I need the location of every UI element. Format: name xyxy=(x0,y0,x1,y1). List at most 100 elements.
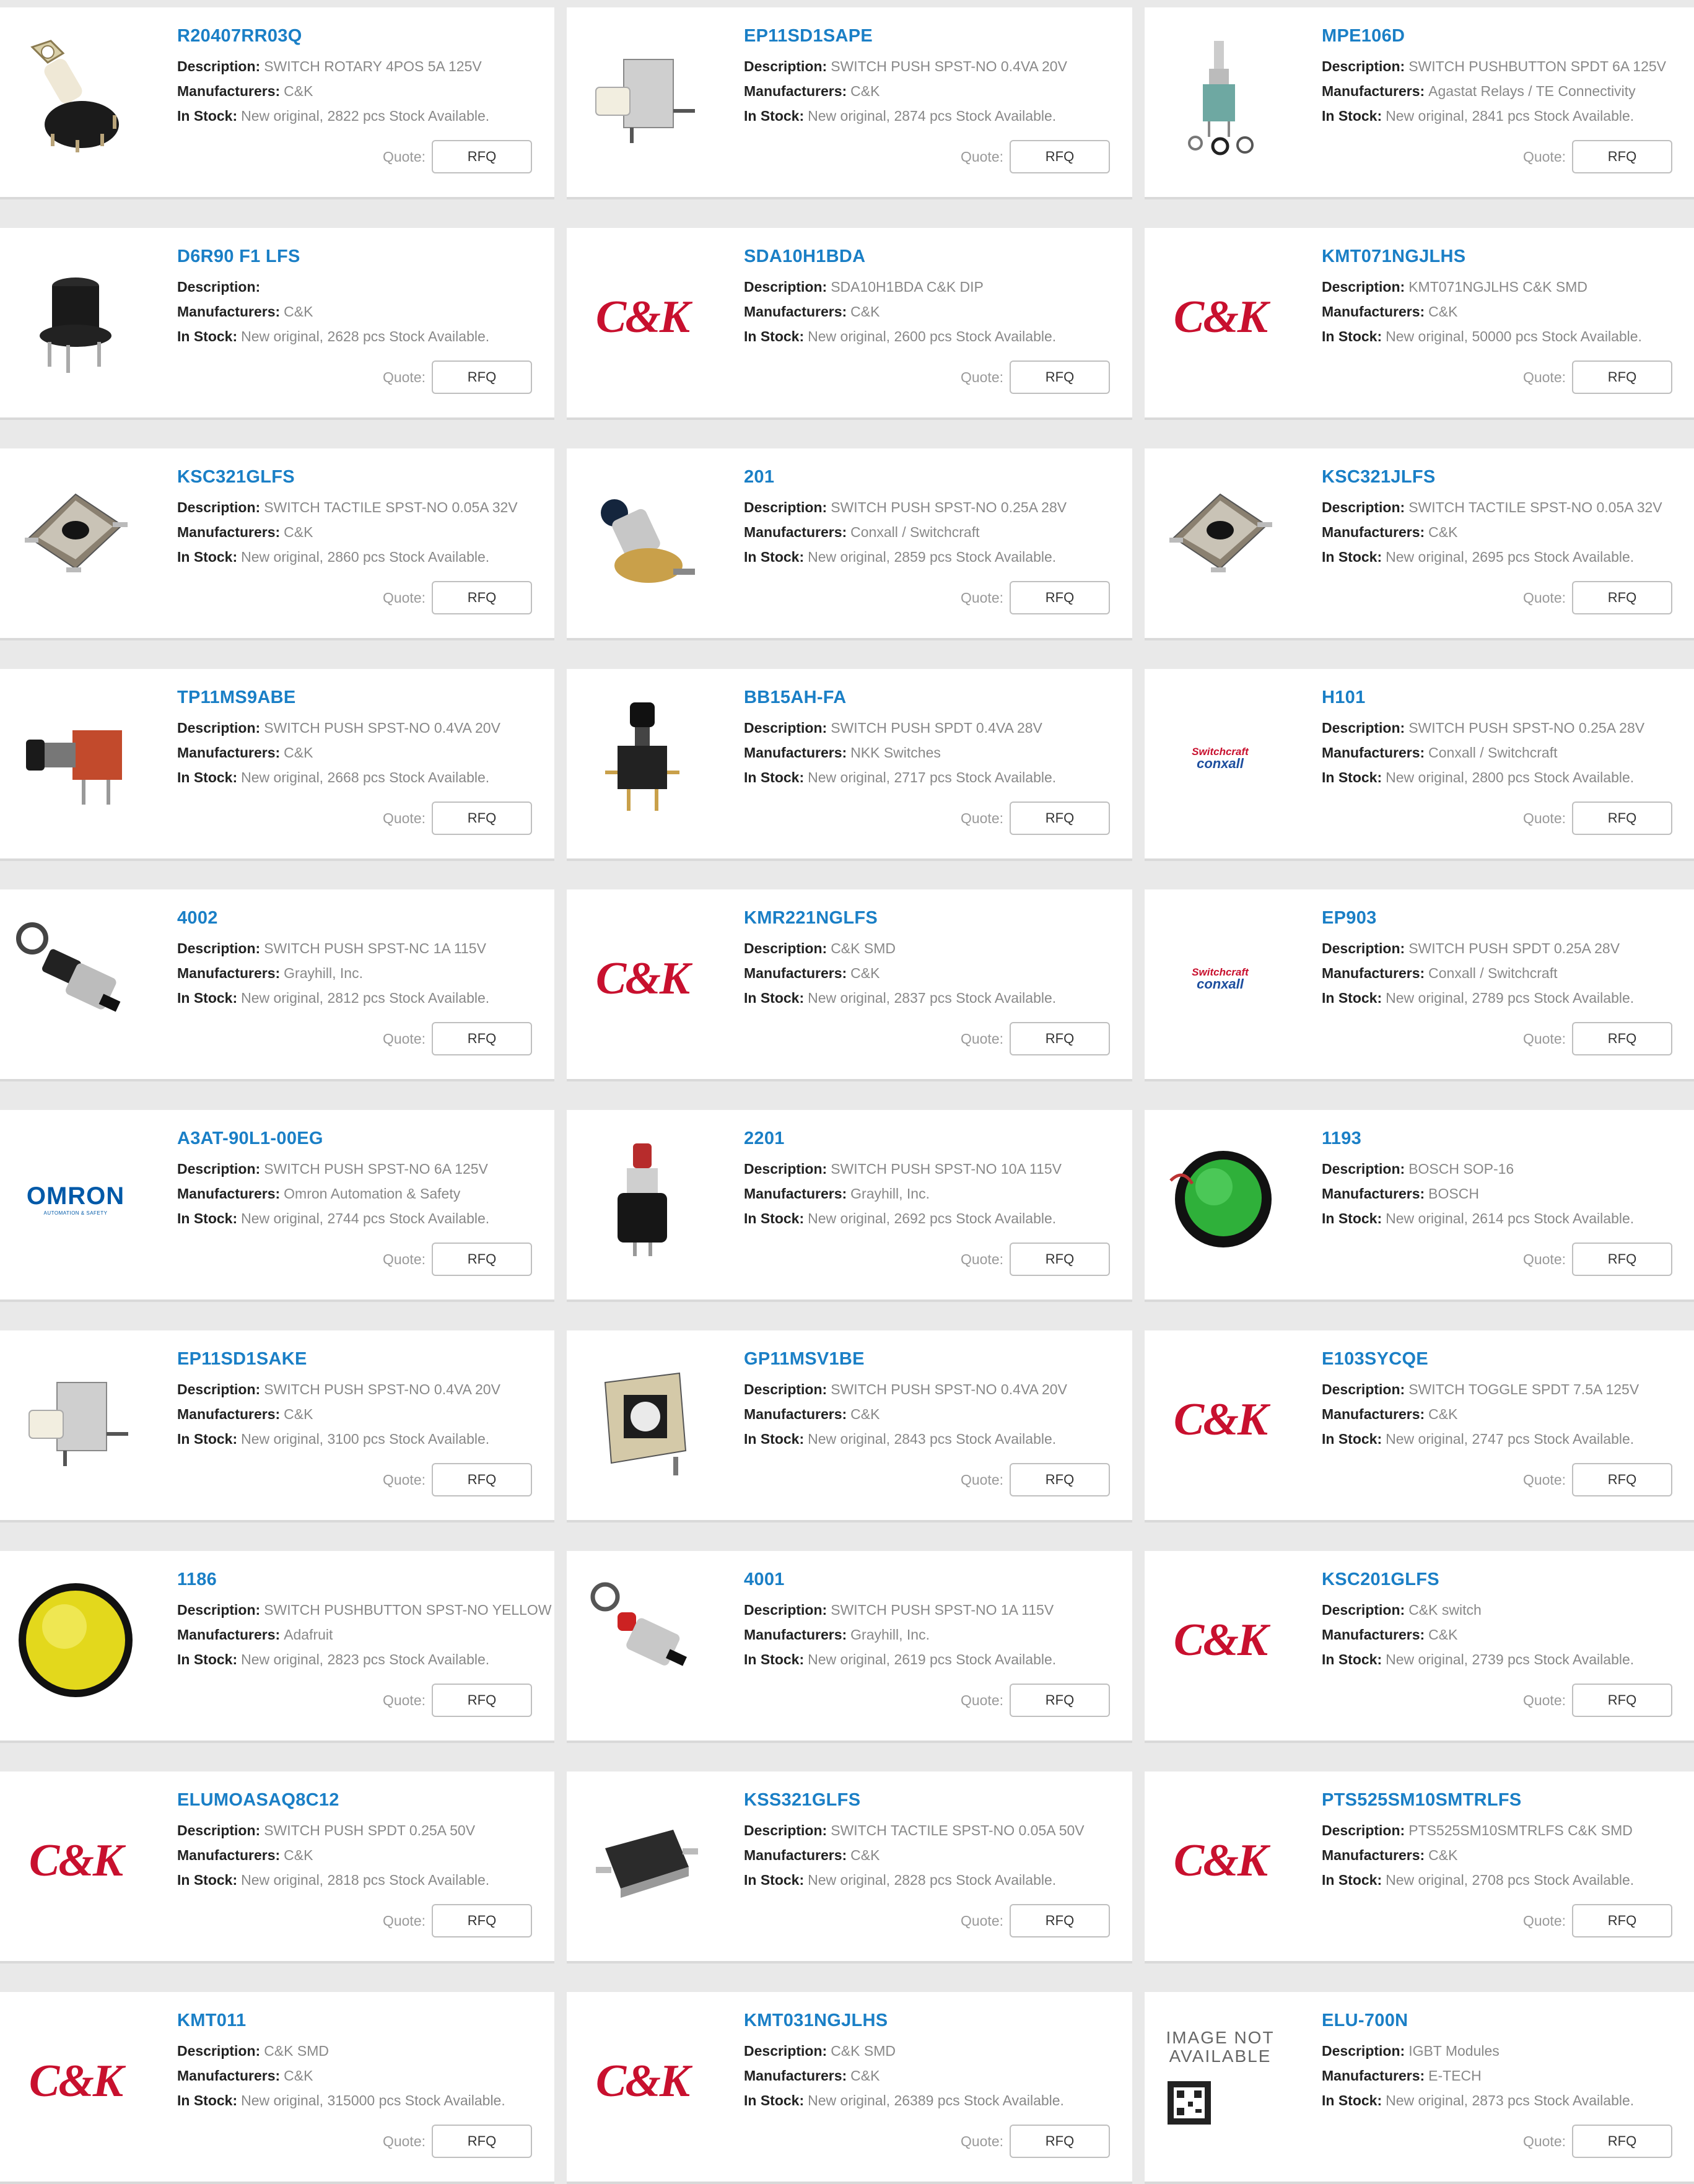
product-thumbnail[interactable] xyxy=(1158,1137,1282,1261)
description-row: Description: SWITCH PUSH SPST-NO 10A 115V xyxy=(744,1156,1132,1181)
rfq-button[interactable]: RFQ xyxy=(432,1022,532,1055)
product-thumbnail[interactable]: C&K xyxy=(1158,1578,1282,1702)
product-thumbnail[interactable] xyxy=(1158,476,1282,600)
product-part-number-link[interactable]: KMR221NGLFS xyxy=(744,908,1132,928)
product-thumbnail[interactable] xyxy=(580,1137,704,1261)
rfq-button[interactable]: RFQ xyxy=(1010,1022,1110,1055)
rfq-button[interactable]: RFQ xyxy=(432,1904,532,1937)
stock-value: New original, 2860 pcs Stock Available. xyxy=(241,549,490,565)
product-part-number-link[interactable]: SDA10H1BDA xyxy=(744,247,1132,267)
product-part-number-link[interactable]: R20407RR03Q xyxy=(177,26,554,46)
smd-tactile-switch-image xyxy=(580,1799,704,1923)
product-thumbnail[interactable] xyxy=(14,1358,138,1482)
product-thumbnail[interactable]: Switchcraft conxall xyxy=(1158,696,1282,820)
product-thumbnail[interactable]: C&K xyxy=(580,917,704,1041)
manufacturer-label: Manufacturers: xyxy=(744,745,847,761)
product-thumbnail[interactable] xyxy=(580,35,704,159)
product-thumbnail[interactable] xyxy=(14,696,138,820)
rfq-button[interactable]: RFQ xyxy=(1010,1243,1110,1276)
product-thumbnail[interactable]: C&K xyxy=(580,2019,704,2143)
product-part-number-link[interactable]: KSS321GLFS xyxy=(744,1790,1132,1811)
stock-label: In Stock: xyxy=(177,990,238,1006)
product-part-number-link[interactable]: ELU-700N xyxy=(1322,2011,1694,2031)
product-thumbnail[interactable] xyxy=(1158,35,1282,159)
product-thumbnail[interactable] xyxy=(580,696,704,820)
product-part-number-link[interactable]: E103SYCQE xyxy=(1322,1349,1694,1369)
rfq-button[interactable]: RFQ xyxy=(1572,1463,1672,1496)
product-part-number-link[interactable]: KSC201GLFS xyxy=(1322,1570,1694,1590)
product-thumbnail[interactable] xyxy=(580,1358,704,1482)
rfq-button[interactable]: RFQ xyxy=(432,802,532,835)
product-part-number-link[interactable]: PTS525SM10SMTRLFS xyxy=(1322,1790,1694,1811)
product-thumbnail[interactable] xyxy=(580,1799,704,1923)
product-part-number-link[interactable]: BB15AH-FA xyxy=(744,688,1132,708)
product-thumbnail[interactable]: C&K xyxy=(1158,1358,1282,1482)
product-thumbnail[interactable]: Switchcraft conxall xyxy=(1158,917,1282,1041)
product-part-number-link[interactable]: ELUMOASAQ8C12 xyxy=(177,1790,554,1811)
product-part-number-link[interactable]: KMT011 xyxy=(177,2011,554,2031)
product-part-number-link[interactable]: KSC321JLFS xyxy=(1322,467,1694,487)
product-thumbnail[interactable]: C&K xyxy=(14,2019,138,2143)
rfq-button[interactable]: RFQ xyxy=(1572,1684,1672,1717)
rfq-button[interactable]: RFQ xyxy=(1572,1904,1672,1937)
rfq-button[interactable]: RFQ xyxy=(1572,1243,1672,1276)
product-part-number-link[interactable]: MPE106D xyxy=(1322,26,1694,46)
push-switch-image xyxy=(14,1358,138,1482)
rfq-button[interactable]: RFQ xyxy=(432,581,532,614)
product-part-number-link[interactable]: EP903 xyxy=(1322,908,1694,928)
rfq-button[interactable]: RFQ xyxy=(432,360,532,394)
description-row: Description: SWITCH PUSHBUTTON SPST-NO YE… xyxy=(177,1597,554,1622)
product-thumbnail[interactable] xyxy=(14,917,138,1041)
rfq-button[interactable]: RFQ xyxy=(1572,140,1672,173)
product-thumbnail[interactable] xyxy=(14,476,138,600)
product-thumbnail[interactable]: OMRON AUTOMATION & SAFETY xyxy=(14,1137,138,1261)
product-thumbnail[interactable]: C&K xyxy=(1158,1799,1282,1923)
rfq-button[interactable]: RFQ xyxy=(432,1463,532,1496)
rfq-button[interactable]: RFQ xyxy=(432,1684,532,1717)
rfq-button[interactable]: RFQ xyxy=(1572,802,1672,835)
rfq-button[interactable]: RFQ xyxy=(1010,581,1110,614)
product-thumbnail[interactable] xyxy=(14,35,138,159)
product-part-number-link[interactable]: EP11SD1SAPE xyxy=(744,26,1132,46)
product-thumbnail[interactable]: C&K xyxy=(1158,255,1282,379)
quote-area: Quote: RFQ xyxy=(961,1022,1110,1055)
rfq-button[interactable]: RFQ xyxy=(432,2125,532,2158)
product-part-number-link[interactable]: EP11SD1SAKE xyxy=(177,1349,554,1369)
product-thumbnail[interactable] xyxy=(14,255,138,379)
rfq-button[interactable]: RFQ xyxy=(432,140,532,173)
product-thumbnail[interactable]: C&K xyxy=(580,255,704,379)
rfq-button[interactable]: RFQ xyxy=(1010,360,1110,394)
rfq-button[interactable]: RFQ xyxy=(1010,2125,1110,2158)
product-part-number-link[interactable]: GP11MSV1BE xyxy=(744,1349,1132,1369)
product-part-number-link[interactable]: 201 xyxy=(744,467,1132,487)
rfq-button[interactable]: RFQ xyxy=(1572,360,1672,394)
product-thumbnail[interactable] xyxy=(14,1578,138,1702)
rfq-button[interactable]: RFQ xyxy=(1010,1684,1110,1717)
rfq-button[interactable]: RFQ xyxy=(1010,1463,1110,1496)
product-part-number-link[interactable]: KMT071NGJLHS xyxy=(1322,247,1694,267)
stock-row: In Stock: New original, 2859 pcs Stock Av… xyxy=(744,544,1132,569)
product-part-number-link[interactable]: 4002 xyxy=(177,908,554,928)
product-part-number-link[interactable]: 4001 xyxy=(744,1570,1132,1590)
rfq-button[interactable]: RFQ xyxy=(1010,1904,1110,1937)
rfq-button[interactable]: RFQ xyxy=(1572,581,1672,614)
product-part-number-link[interactable]: 1193 xyxy=(1322,1129,1694,1149)
rfq-button[interactable]: RFQ xyxy=(1572,2125,1672,2158)
rfq-button[interactable]: RFQ xyxy=(1572,1022,1672,1055)
rfq-button[interactable]: RFQ xyxy=(432,1243,532,1276)
product-part-number-link[interactable]: 2201 xyxy=(744,1129,1132,1149)
product-part-number-link[interactable]: TP11MS9ABE xyxy=(177,688,554,708)
product-part-number-link[interactable]: KMT031NGJLHS xyxy=(744,2011,1132,2031)
product-thumbnail[interactable]: IMAGE NOT AVAILABLE xyxy=(1158,2019,1282,2143)
rfq-button[interactable]: RFQ xyxy=(1010,140,1110,173)
product-thumbnail[interactable]: C&K xyxy=(14,1799,138,1923)
product-part-number-link[interactable]: H101 xyxy=(1322,688,1694,708)
product-thumbnail[interactable] xyxy=(580,476,704,600)
product-part-number-link[interactable]: A3AT-90L1-00EG xyxy=(177,1129,554,1149)
product-card: C&K KMT031NGJLHS Description: C&K SMD Manufa… xyxy=(567,1992,1132,2184)
product-part-number-link[interactable]: KSC321GLFS xyxy=(177,467,554,487)
product-thumbnail[interactable] xyxy=(580,1578,704,1702)
product-part-number-link[interactable]: D6R90 F1 LFS xyxy=(177,247,554,267)
rfq-button[interactable]: RFQ xyxy=(1010,802,1110,835)
product-part-number-link[interactable]: 1186 xyxy=(177,1570,554,1590)
